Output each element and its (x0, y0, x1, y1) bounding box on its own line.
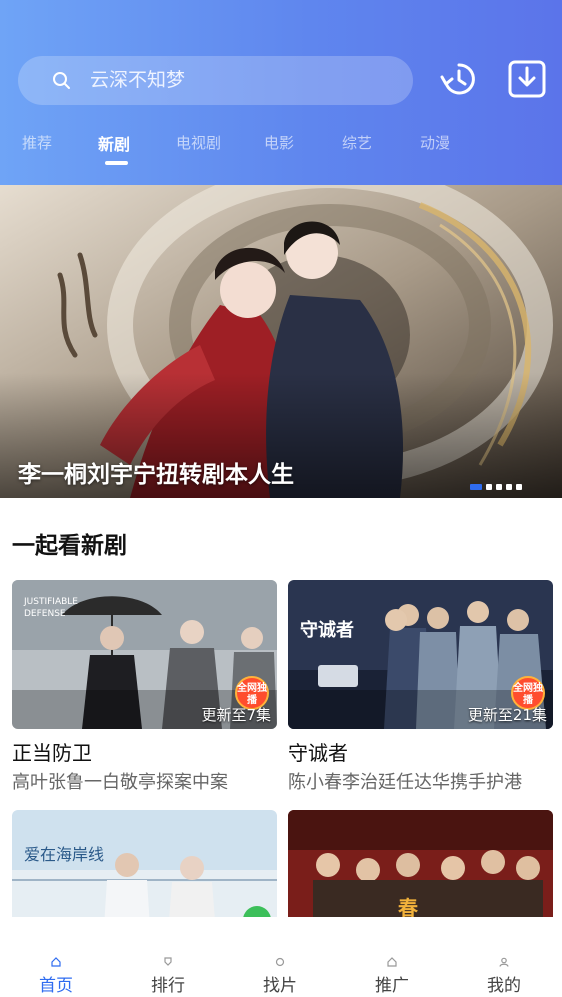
profile-icon (499, 957, 509, 967)
tab-variety[interactable]: 综艺 (342, 132, 372, 153)
search-input[interactable] (90, 64, 390, 96)
tab-anime[interactable]: 动漫 (420, 132, 450, 153)
tab-recommend[interactable]: 推荐 (22, 132, 52, 153)
tab-tv-series[interactable]: 电视剧 (176, 132, 221, 153)
nav-label: 排行 (151, 976, 185, 996)
nav-ranking[interactable]: 排行 (112, 917, 224, 997)
tab-movies[interactable]: 电影 (264, 132, 294, 153)
drama-card[interactable]: 爱在海岸线 (12, 810, 277, 917)
drama-thumbnail: 春 (288, 810, 553, 917)
svg-text:守诚者: 守诚者 (300, 619, 354, 641)
drama-description: 陈小春李治廷任达华携手护港 (288, 772, 522, 793)
svg-text:春: 春 (397, 896, 419, 917)
drama-card[interactable]: JUSTIFIABLE DEFENSE 全网独播 更新至7集 正当防卫 高叶张鲁… (12, 580, 277, 800)
svg-text:DEFENSE: DEFENSE (24, 609, 66, 619)
nav-label: 首页 (39, 976, 73, 996)
carousel-indicator (470, 484, 522, 490)
nav-profile[interactable]: 我的 (448, 917, 560, 997)
nav-find[interactable]: 找片 (224, 917, 336, 997)
carousel-dot-active (470, 484, 482, 490)
search-bar[interactable] (18, 56, 413, 105)
episode-count: 更新至21集 (467, 706, 547, 724)
history-icon[interactable] (439, 59, 479, 99)
carousel-dot (486, 484, 492, 490)
drama-card[interactable]: 春 (288, 810, 553, 917)
nav-label: 找片 (263, 976, 297, 996)
tab-new-drama[interactable]: 新剧 (98, 131, 130, 155)
bottom-navigation: 首页 排行 找片 推广 我的 (0, 917, 562, 997)
drama-title: 正当防卫 (12, 741, 92, 765)
top-header: 推荐 新剧 电视剧 电影 综艺 动漫 (0, 0, 562, 185)
category-tabs: 推荐 新剧 电视剧 电影 综艺 动漫 (0, 128, 562, 168)
home-icon (51, 957, 61, 967)
ranking-icon (164, 957, 172, 966)
banner-image (0, 185, 562, 498)
promote-icon (387, 957, 397, 967)
svg-text:JUSTIFIABLE: JUSTIFIABLE (23, 597, 78, 607)
nav-home[interactable]: 首页 (0, 917, 112, 997)
find-icon (275, 957, 285, 967)
download-icon[interactable] (507, 59, 547, 99)
drama-title: 守诚者 (288, 741, 348, 765)
featured-banner[interactable]: 李一桐刘宇宁扭转剧本人生 (0, 185, 562, 498)
drama-thumbnail: 爱在海岸线 (12, 810, 277, 917)
active-tab-indicator (105, 161, 128, 165)
drama-card[interactable]: 守诚者 全网独播 更新至21集 守诚者 陈小春李治廷任达华携手护港 (288, 580, 553, 800)
episode-count: 更新至7集 (201, 706, 271, 724)
svg-text:爱在海岸线: 爱在海岸线 (24, 845, 104, 864)
carousel-dot (506, 484, 512, 490)
carousel-dot (496, 484, 502, 490)
search-icon (53, 72, 70, 89)
drama-description: 高叶张鲁一白敬亭探案中案 (12, 772, 228, 793)
nav-label: 推广 (375, 976, 409, 996)
carousel-dot (516, 484, 522, 490)
section-title: 一起看新剧 (12, 533, 127, 559)
banner-title: 李一桐刘宇宁扭转剧本人生 (18, 462, 294, 488)
nav-promote[interactable]: 推广 (336, 917, 448, 997)
nav-label: 我的 (487, 976, 521, 996)
